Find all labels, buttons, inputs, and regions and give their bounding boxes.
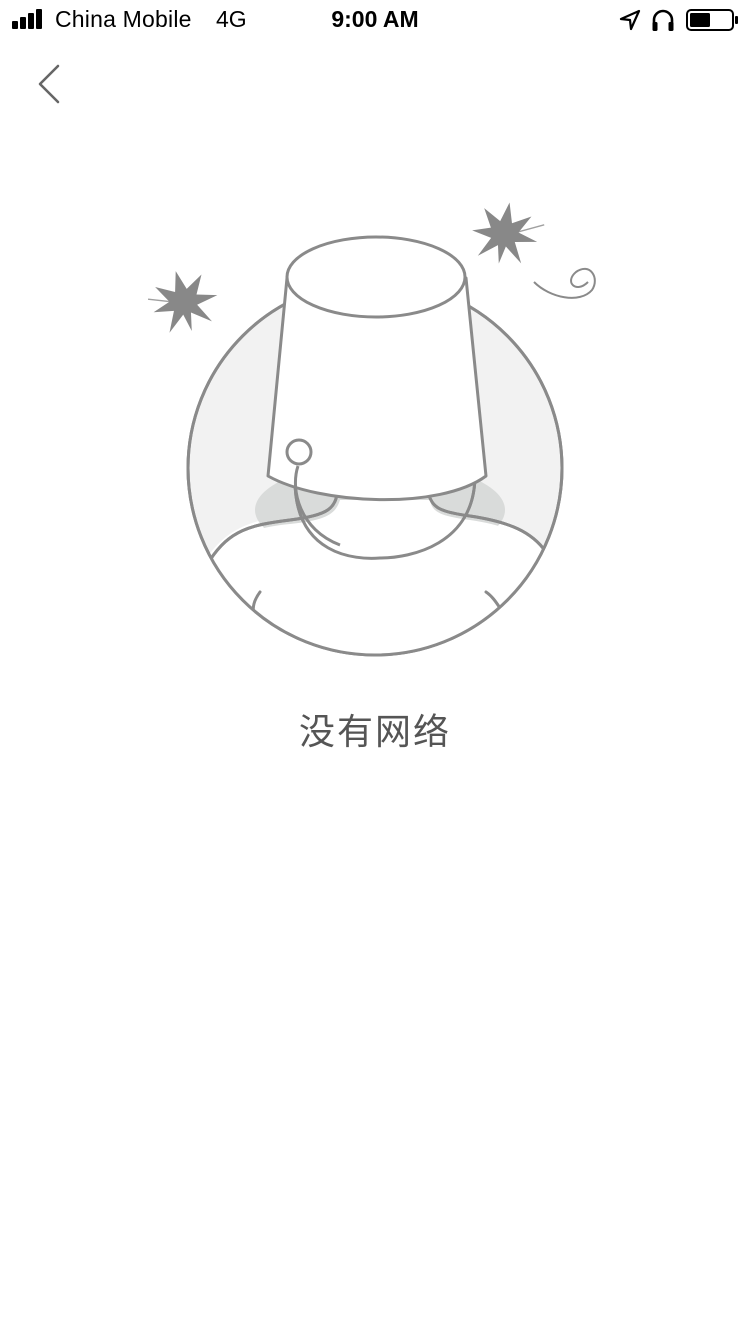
status-bar: China Mobile 4G 9:00 AM [0, 0, 750, 40]
maple-leaf-icon [472, 202, 545, 264]
location-icon [619, 9, 641, 31]
chevron-left-icon [38, 64, 60, 104]
battery-icon [686, 9, 738, 31]
wind-swirl-icon [533, 267, 596, 299]
back-button[interactable] [26, 58, 76, 110]
no-network-illustration [147, 202, 596, 657]
maple-leaf-icon [147, 271, 218, 333]
empty-state-message: 没有网络 [298, 711, 451, 752]
headphones-icon [652, 9, 674, 31]
no-network-page: China Mobile 4G 9:00 AM 没有网络 [0, 0, 750, 1334]
